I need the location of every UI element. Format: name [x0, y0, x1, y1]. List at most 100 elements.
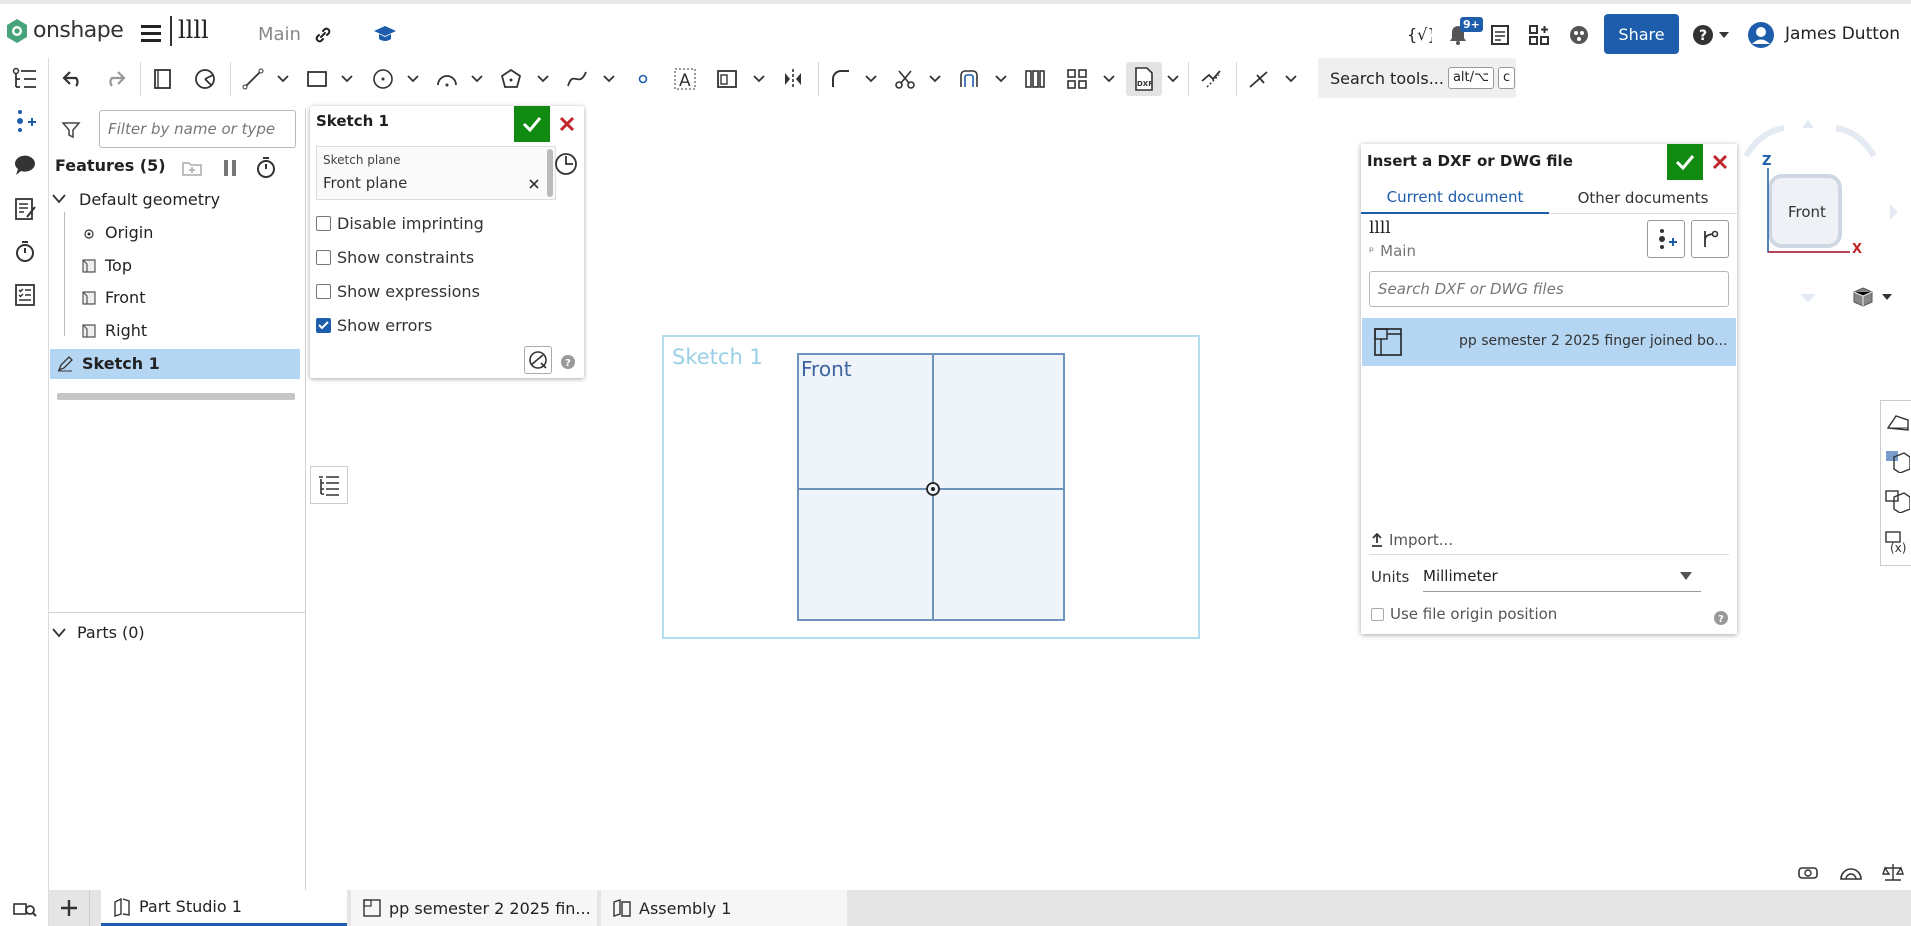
option-show-expressions[interactable]: Show expressions [316, 282, 480, 301]
chevron-down-icon[interactable] [864, 62, 878, 96]
mirror-tool-icon[interactable] [778, 62, 808, 96]
measure-icon[interactable]: (x) [1883, 525, 1911, 559]
redo-icon[interactable] [100, 62, 130, 96]
close-icon[interactable] [1707, 148, 1733, 176]
link-icon[interactable] [312, 24, 334, 46]
help-icon[interactable]: ? [560, 354, 576, 370]
insert-image-icon[interactable] [712, 62, 742, 96]
tab-current-document[interactable]: Current document [1361, 182, 1549, 214]
view-cube-face[interactable]: Front [1788, 203, 1826, 221]
add-folder-icon[interactable] [179, 156, 205, 180]
chevron-down-icon[interactable] [51, 190, 67, 208]
document-name[interactable]: llll [178, 16, 209, 44]
chevron-down-icon[interactable] [1102, 62, 1116, 96]
mate-connector-icon[interactable] [1647, 220, 1685, 258]
chevron-down-icon[interactable] [51, 624, 67, 642]
list-item[interactable]: pp semester 2 2025 finger joined bo... [1362, 318, 1736, 366]
chevron-down-icon[interactable] [602, 62, 616, 96]
checkbox[interactable] [316, 318, 331, 333]
comments-icon[interactable] [10, 150, 40, 180]
search-tools-button[interactable]: Search tools... alt/⌥ c [1318, 58, 1516, 98]
view-search-icon[interactable] [10, 896, 40, 920]
import-button[interactable]: Import... [1369, 531, 1453, 549]
tab-assembly[interactable]: Assembly 1 [601, 890, 847, 926]
explode-view-icon[interactable] [1883, 485, 1911, 517]
view-cube[interactable]: Z X Front [1740, 118, 1900, 308]
text-tool-icon[interactable]: A [670, 62, 700, 96]
stopwatch-icon[interactable] [10, 236, 40, 266]
offset-tool-icon[interactable] [954, 62, 984, 96]
checkbox[interactable] [316, 216, 331, 231]
user-name[interactable]: James Dutton [1785, 24, 1900, 44]
view-normal-icon[interactable] [552, 150, 580, 178]
search-sketch-icon[interactable] [524, 346, 552, 374]
trim-tool-icon[interactable] [890, 62, 920, 96]
help-icon[interactable]: ? [1713, 610, 1729, 626]
tree-item-top[interactable]: Top [105, 256, 132, 275]
filter-icon[interactable] [59, 118, 83, 142]
arch-view-icon[interactable] [1838, 860, 1864, 884]
sketch-plane-field[interactable]: Sketch plane Front plane [316, 146, 556, 200]
avatar[interactable] [1746, 20, 1776, 50]
filter-input[interactable]: Filter by name or type [99, 110, 296, 148]
chevron-down-icon[interactable] [752, 62, 766, 96]
chevron-down-icon[interactable] [1718, 30, 1730, 40]
rollback-bar[interactable] [57, 393, 295, 400]
stopwatch-icon[interactable] [253, 154, 279, 180]
pause-icon[interactable] [219, 156, 241, 180]
chevron-down-icon[interactable] [276, 62, 290, 96]
camera-icon[interactable] [1796, 860, 1822, 884]
option-use-file-origin[interactable]: Use file origin position [1371, 605, 1557, 623]
chevron-down-icon[interactable] [1880, 292, 1894, 302]
chevron-down-icon[interactable] [928, 62, 942, 96]
section-view-icon[interactable] [1883, 445, 1911, 477]
rectangle-tool-icon[interactable] [302, 62, 332, 96]
hamburger-menu-icon[interactable] [138, 21, 164, 45]
chevron-down-icon[interactable] [1284, 62, 1298, 96]
feature-list-icon[interactable] [10, 64, 40, 94]
onshape-logo-icon[interactable] [4, 16, 30, 46]
insert-dxf-icon[interactable]: DXF [1126, 62, 1162, 96]
tab-drawing[interactable]: pp semester 2 2025 fin... [351, 890, 597, 926]
add-tab-icon[interactable] [55, 894, 83, 922]
confirm-icon[interactable] [1667, 144, 1703, 180]
share-button[interactable]: Share [1604, 14, 1679, 54]
construction-tool-icon[interactable] [1244, 62, 1274, 96]
branch-select-icon[interactable] [1691, 220, 1729, 258]
tree-item-front[interactable]: Front [105, 288, 145, 307]
origin-point-icon[interactable] [924, 480, 942, 498]
units-select[interactable]: Millimeter [1423, 562, 1701, 592]
fillet-tool-icon[interactable] [826, 62, 856, 96]
option-show-errors[interactable]: Show errors [316, 316, 432, 335]
chevron-down-icon[interactable] [1166, 62, 1180, 96]
tree-item-origin[interactable]: Origin [105, 223, 153, 242]
checklist-icon[interactable] [10, 280, 40, 310]
notes-icon[interactable] [10, 194, 40, 224]
view-mode-icon[interactable] [1850, 284, 1876, 310]
use-project-icon[interactable] [1196, 62, 1226, 96]
mass-properties-icon[interactable] [1880, 860, 1906, 884]
sketch-mode-icon[interactable] [190, 62, 220, 96]
option-disable-imprinting[interactable]: Disable imprinting [316, 214, 484, 233]
mate-connector-icon[interactable] [10, 106, 40, 136]
checkbox[interactable] [316, 284, 331, 299]
render-mode-icon[interactable] [1883, 405, 1911, 437]
new-sketch-icon[interactable] [148, 62, 178, 96]
spline-tool-icon[interactable] [562, 62, 592, 96]
graduation-cap-icon[interactable] [372, 22, 398, 46]
search-input[interactable]: Search DXF or DWG files [1369, 271, 1729, 307]
tree-item-sketch-row[interactable]: Sketch 1 [50, 349, 300, 379]
tasks-icon[interactable] [1487, 22, 1513, 48]
option-show-constraints[interactable]: Show constraints [316, 248, 474, 267]
front-plane[interactable]: Front [797, 353, 1065, 621]
tab-part-studio[interactable]: Part Studio 1 [101, 890, 347, 926]
linear-pattern-icon[interactable] [1020, 62, 1050, 96]
tab-other-documents[interactable]: Other documents [1549, 182, 1737, 214]
undo-icon[interactable] [58, 62, 88, 96]
polygon-tool-icon[interactable] [496, 62, 526, 96]
point-tool-icon[interactable] [628, 62, 658, 96]
confirm-icon[interactable] [514, 106, 550, 142]
chevron-down-icon[interactable] [536, 62, 550, 96]
chevron-down-icon[interactable] [994, 62, 1008, 96]
logo-text[interactable]: onshape [33, 18, 124, 43]
